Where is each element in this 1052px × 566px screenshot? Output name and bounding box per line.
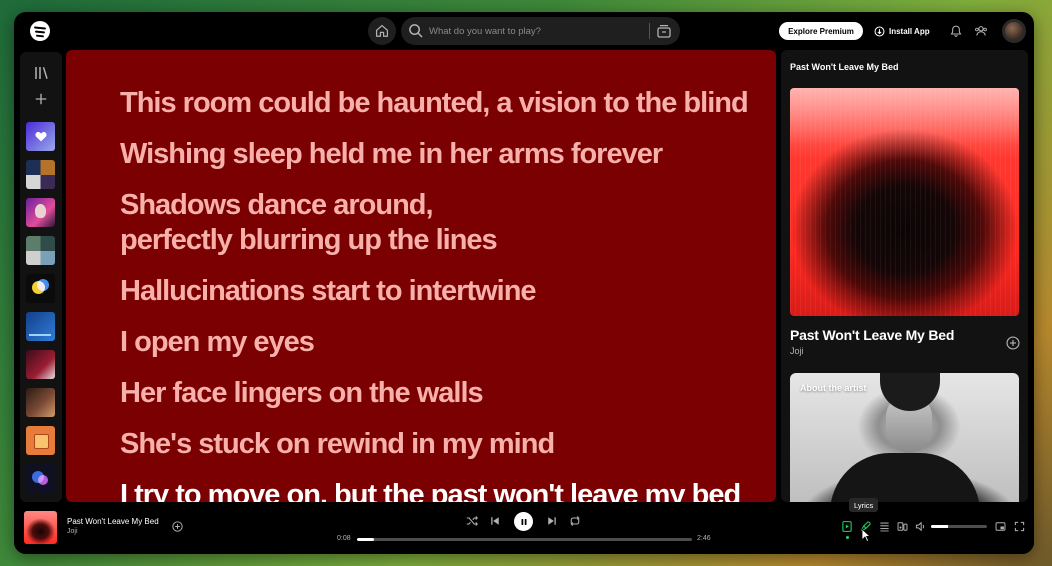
miniplayer-icon[interactable] bbox=[995, 521, 1006, 532]
notifications-bell-icon[interactable] bbox=[950, 25, 962, 37]
mouse-cursor-icon bbox=[861, 528, 871, 542]
queue-icon[interactable] bbox=[879, 521, 890, 532]
playlist-thumbnail[interactable] bbox=[26, 464, 55, 493]
lyric-line[interactable]: This room could be haunted, a vision to … bbox=[120, 86, 749, 120]
now-playing-view-icon[interactable] bbox=[841, 520, 853, 533]
about-artist-label: About the artist bbox=[800, 383, 867, 393]
search-icon bbox=[409, 24, 423, 38]
previous-track-icon[interactable] bbox=[490, 516, 500, 526]
about-artist-card[interactable]: About the artist bbox=[790, 373, 1019, 502]
playlist-thumbnail[interactable] bbox=[26, 198, 55, 227]
spotify-logo-icon[interactable] bbox=[30, 21, 50, 41]
now-playing-cover[interactable] bbox=[24, 511, 57, 544]
liked-songs-playlist[interactable] bbox=[26, 122, 55, 151]
explore-premium-button[interactable]: Explore Premium bbox=[779, 22, 863, 40]
panel-title: Past Won't Leave My Bed bbox=[790, 62, 899, 72]
lyric-line-active[interactable]: I try to move on, but the past won't lea… bbox=[120, 478, 741, 502]
add-to-library-icon[interactable] bbox=[172, 521, 183, 532]
progress-fill bbox=[357, 538, 374, 541]
playlist-thumbnail[interactable] bbox=[26, 160, 55, 189]
profile-button[interactable] bbox=[1002, 19, 1026, 43]
lyric-line[interactable]: I open my eyes bbox=[120, 325, 315, 359]
artist-photo bbox=[830, 453, 980, 502]
heart-icon bbox=[34, 132, 47, 142]
active-indicator-dot bbox=[846, 536, 849, 539]
album-cover-art bbox=[790, 88, 1019, 316]
lyrics-tooltip: Lyrics bbox=[849, 498, 879, 512]
playlist-thumbnail[interactable] bbox=[26, 312, 55, 341]
lyric-line[interactable]: Hallucinations start to intertwine bbox=[120, 274, 537, 308]
fullscreen-icon[interactable] bbox=[1014, 521, 1025, 532]
home-icon bbox=[375, 24, 389, 37]
now-playing-title[interactable]: Past Won't Leave My Bed bbox=[67, 517, 159, 526]
pause-icon bbox=[521, 518, 526, 525]
install-app-label: Install App bbox=[889, 26, 930, 36]
lyric-line[interactable]: She's stuck on rewind in my mind bbox=[120, 427, 555, 461]
playlist-thumbnail[interactable] bbox=[26, 274, 55, 303]
play-pause-button[interactable] bbox=[514, 512, 533, 531]
spotify-window: Explore Premium Install App bbox=[14, 12, 1034, 554]
shuffle-icon[interactable] bbox=[466, 515, 478, 527]
library-sidebar bbox=[20, 52, 62, 502]
playlist-thumbnail[interactable] bbox=[26, 426, 55, 455]
lyric-line[interactable]: Her face lingers on the walls bbox=[120, 376, 484, 410]
elapsed-time: 0:08 bbox=[337, 535, 351, 542]
repeat-icon[interactable] bbox=[569, 515, 581, 527]
playlist-thumbnail[interactable] bbox=[26, 388, 55, 417]
connect-device-icon[interactable] bbox=[897, 521, 908, 532]
library-icon[interactable] bbox=[33, 65, 49, 81]
lyric-line[interactable]: perfectly blurring up the lines bbox=[120, 223, 498, 257]
now-playing-panel: Past Won't Leave My Bed Past Won't Leave… bbox=[781, 50, 1028, 502]
track-title[interactable]: Past Won't Leave My Bed bbox=[790, 327, 954, 343]
create-plus-icon[interactable] bbox=[34, 92, 48, 106]
search-input[interactable] bbox=[429, 23, 629, 39]
playlist-thumbnail[interactable] bbox=[26, 236, 55, 265]
browse-icon[interactable] bbox=[656, 23, 672, 39]
search-divider bbox=[649, 23, 650, 39]
volume-slider[interactable] bbox=[931, 525, 987, 528]
avatar bbox=[1005, 22, 1023, 40]
volume-fill bbox=[931, 525, 948, 528]
search-bar[interactable] bbox=[401, 17, 680, 45]
playback-progress-bar[interactable] bbox=[357, 538, 692, 541]
duration-time: 2:46 bbox=[697, 535, 711, 542]
home-button[interactable] bbox=[368, 17, 396, 45]
next-track-icon[interactable] bbox=[547, 516, 557, 526]
lyric-line[interactable]: Shadows dance around, bbox=[120, 188, 434, 222]
now-playing-artist[interactable]: Joji bbox=[67, 528, 78, 535]
friend-activity-icon[interactable] bbox=[974, 25, 988, 37]
lyrics-view: This room could be haunted, a vision to … bbox=[66, 50, 776, 502]
install-app-button[interactable]: Install App bbox=[874, 22, 930, 40]
playlist-thumbnail[interactable] bbox=[26, 350, 55, 379]
volume-icon[interactable] bbox=[915, 521, 926, 532]
top-bar: Explore Premium Install App bbox=[14, 12, 1034, 50]
lyric-line[interactable]: Wishing sleep held me in her arms foreve… bbox=[120, 137, 663, 171]
download-circle-icon bbox=[874, 26, 885, 36]
add-to-library-icon[interactable] bbox=[1006, 336, 1020, 350]
track-artist[interactable]: Joji bbox=[790, 346, 804, 356]
player-bar: Past Won't Leave My Bed Joji 0:08 2:46 bbox=[14, 504, 1034, 554]
